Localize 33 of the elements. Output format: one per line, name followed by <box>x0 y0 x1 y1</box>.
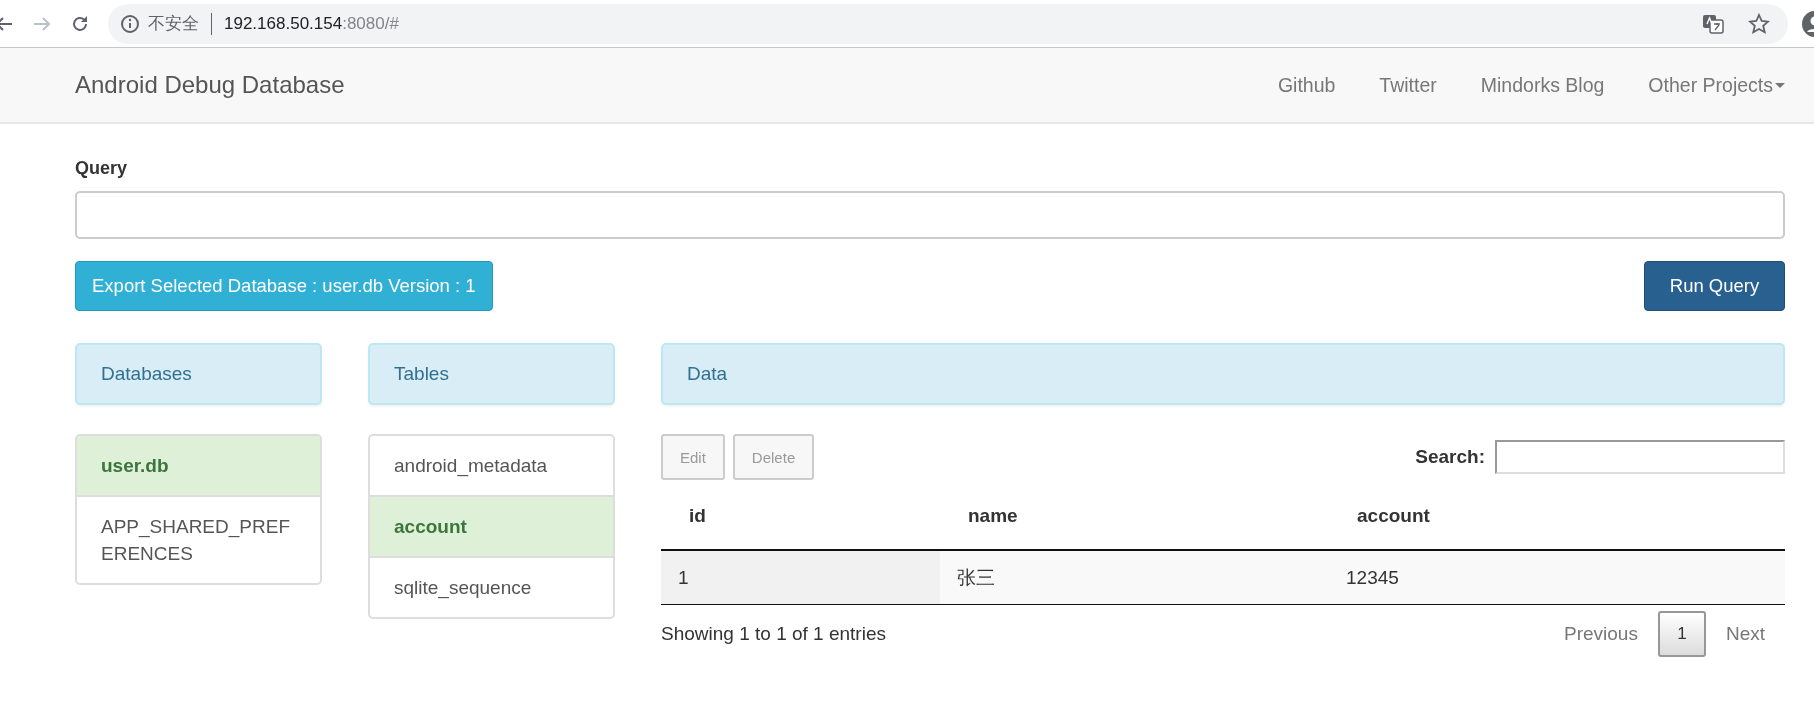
next-link[interactable]: Next <box>1705 623 1785 645</box>
info-icon[interactable] <box>120 13 140 34</box>
url-text: 192.168.50.154:8080/# <box>224 13 399 34</box>
search-label: Search: <box>1415 446 1485 468</box>
list-item[interactable]: account <box>370 495 613 556</box>
panel-heading: Data <box>661 343 1785 405</box>
translate-icon[interactable] <box>1702 12 1724 35</box>
nav-link[interactable]: Other Projects <box>1626 73 1785 97</box>
run-query-button[interactable]: Run Query <box>1644 261 1785 311</box>
query-input[interactable] <box>75 191 1785 239</box>
brand-title[interactable]: Android Debug Database <box>75 71 1256 99</box>
star-icon[interactable] <box>1748 12 1770 35</box>
address-bar[interactable]: 不安全 192.168.50.154:8080/# <box>108 3 1788 44</box>
security-label: 不安全 <box>148 13 199 35</box>
list-item[interactable]: APP_SHARED_PREFERENCES <box>77 495 320 583</box>
table-cell: 12345 <box>1329 550 1785 605</box>
table-cell: 张三 <box>940 550 1329 605</box>
panel-heading: Tables <box>368 343 615 405</box>
list-item[interactable]: sqlite_sequence <box>370 556 613 617</box>
search-field[interactable] <box>1495 440 1785 474</box>
table-cell: 1 <box>661 550 940 605</box>
query-label: Query <box>75 158 129 179</box>
panel-heading: Databases <box>75 343 322 405</box>
nav-link[interactable]: Github <box>1255 73 1358 97</box>
previous-link[interactable]: Previous <box>1544 623 1658 645</box>
nav-link[interactable]: Twitter <box>1357 73 1459 97</box>
entries-info: Showing 1 to 1 of 1 entries <box>661 623 886 645</box>
caret-icon <box>1775 82 1785 88</box>
export-button[interactable]: Export Selected Database : user.db Version : 1 <box>75 261 493 311</box>
nav-link[interactable]: Mindorks Blog <box>1458 73 1627 97</box>
page-button[interactable]: 1 <box>1657 611 1706 657</box>
list-item[interactable]: user.db <box>77 436 320 495</box>
list-item[interactable]: android_metadata <box>370 436 613 495</box>
